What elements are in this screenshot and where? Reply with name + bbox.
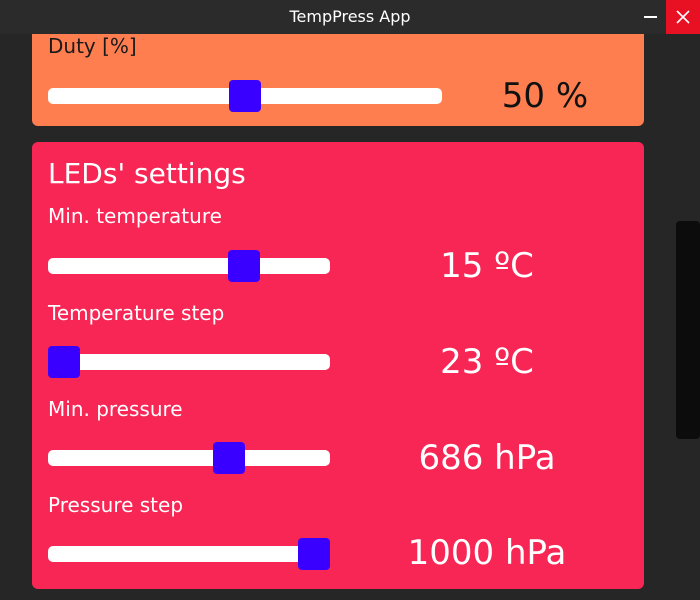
leds-settings-card: LEDs' settings Min. temperature 15 ºC Te… [32,142,644,589]
window-title: TempPress App [289,7,411,26]
pressure-step-label: Pressure step [48,493,184,517]
duty-label: Duty [%] [48,34,137,58]
close-button[interactable] [666,0,700,34]
min-temperature-slider[interactable] [48,249,330,283]
slider-thumb[interactable] [229,80,261,112]
section-title: LEDs' settings [48,157,246,190]
duty-slider[interactable] [48,79,442,113]
slider-track [48,546,330,562]
app-window: TempPress App Duty [%] 50 % LEDs' settin… [0,0,700,600]
slider-thumb[interactable] [48,346,80,378]
slider-thumb[interactable] [298,538,330,570]
slider-track [48,258,330,274]
slider-thumb[interactable] [213,442,245,474]
min-pressure-value: 686 hPa [418,438,556,478]
min-temperature-value: 15 ºC [440,246,534,286]
slider-track [48,450,330,466]
pressure-step-value: 1000 hPa [407,533,567,573]
pressure-step-slider[interactable] [48,537,330,571]
min-pressure-slider[interactable] [48,441,330,475]
duty-value: 50 % [501,76,589,116]
min-temperature-label: Min. temperature [48,204,222,228]
title-bar[interactable]: TempPress App [0,0,700,34]
minimize-icon [644,16,657,18]
close-icon [676,10,690,24]
scroll-content: Duty [%] 50 % LEDs' settings Min. temper… [0,34,676,600]
temperature-step-slider[interactable] [48,345,330,379]
temperature-step-value: 23 ºC [440,342,534,382]
duty-card: Duty [%] 50 % [32,34,644,126]
slider-thumb[interactable] [228,250,260,282]
scrollbar-thumb[interactable] [676,221,700,439]
minimize-button[interactable] [636,0,666,34]
slider-track [48,354,330,370]
temperature-step-label: Temperature step [48,301,225,325]
min-pressure-label: Min. pressure [48,397,183,421]
